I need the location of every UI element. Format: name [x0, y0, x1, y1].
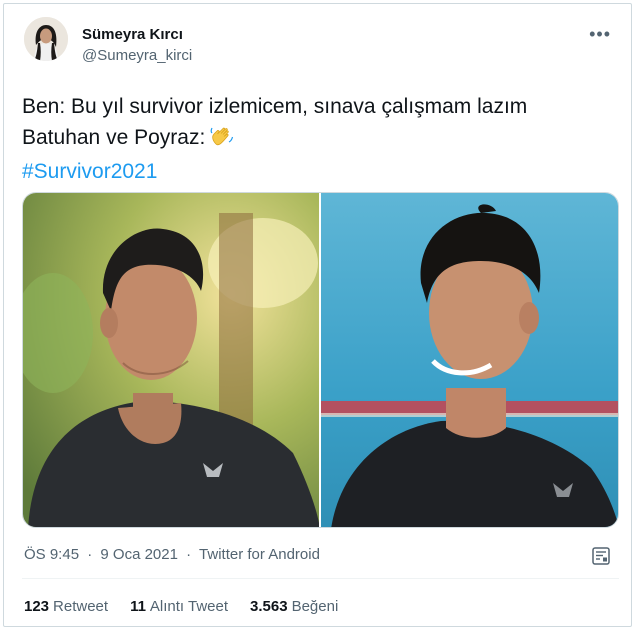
- retweets-stat[interactable]: 123 Retweet: [24, 598, 108, 615]
- tweet-date[interactable]: 9 Oca 2021: [100, 546, 178, 563]
- divider: [22, 578, 619, 579]
- tweet-media: [22, 192, 619, 528]
- avatar[interactable]: [24, 17, 68, 61]
- tweet-card: Sümeyra Kırcı @Sumeyra_kirci ••• Ben: Bu…: [3, 3, 632, 627]
- meta-separator: ·: [87, 546, 93, 563]
- likes-label: Beğeni: [291, 598, 339, 615]
- waving-hand-emoji-icon: [209, 122, 235, 157]
- more-horizontal-icon[interactable]: •••: [589, 24, 611, 45]
- tweet-text: Ben: Bu yıl survivor izlemicem, sınava ç…: [22, 92, 527, 187]
- likes-stat[interactable]: 3.563 Beğeni: [250, 598, 338, 615]
- engagement-stats: 123 Retweet 11 Alıntı Tweet 3.563 Beğeni: [24, 598, 338, 615]
- quotes-count: 11: [130, 598, 146, 615]
- retweets-count: 123: [24, 598, 50, 615]
- tweet-line-1: Ben: Bu yıl survivor izlemicem, sınava ç…: [22, 95, 528, 118]
- tweet-time[interactable]: ÖS 9:45: [24, 546, 79, 563]
- likes-count: 3.563: [250, 598, 288, 615]
- quote-tweets-stat[interactable]: 11 Alıntı Tweet: [130, 598, 228, 615]
- retweets-label: Retweet: [53, 598, 109, 615]
- quotes-label: Alıntı Tweet: [149, 598, 229, 615]
- photo-left[interactable]: [23, 193, 319, 527]
- author-handle[interactable]: @Sumeyra_kirci: [82, 47, 192, 64]
- tweet-meta: ÖS 9:45 · 9 Oca 2021 · Twitter for Andro…: [24, 546, 320, 563]
- photo-right[interactable]: [321, 193, 618, 527]
- tweet-source[interactable]: Twitter for Android: [199, 546, 320, 563]
- meta-separator: ·: [186, 546, 192, 563]
- analytics-icon[interactable]: [591, 546, 611, 571]
- hashtag-link[interactable]: #Survivor2021: [22, 157, 527, 187]
- author-display-name[interactable]: Sümeyra Kırcı: [82, 26, 183, 43]
- tweet-line-2-text: Batuhan ve Poyraz:: [22, 126, 206, 149]
- tweet-line-2: Batuhan ve Poyraz:: [22, 122, 527, 157]
